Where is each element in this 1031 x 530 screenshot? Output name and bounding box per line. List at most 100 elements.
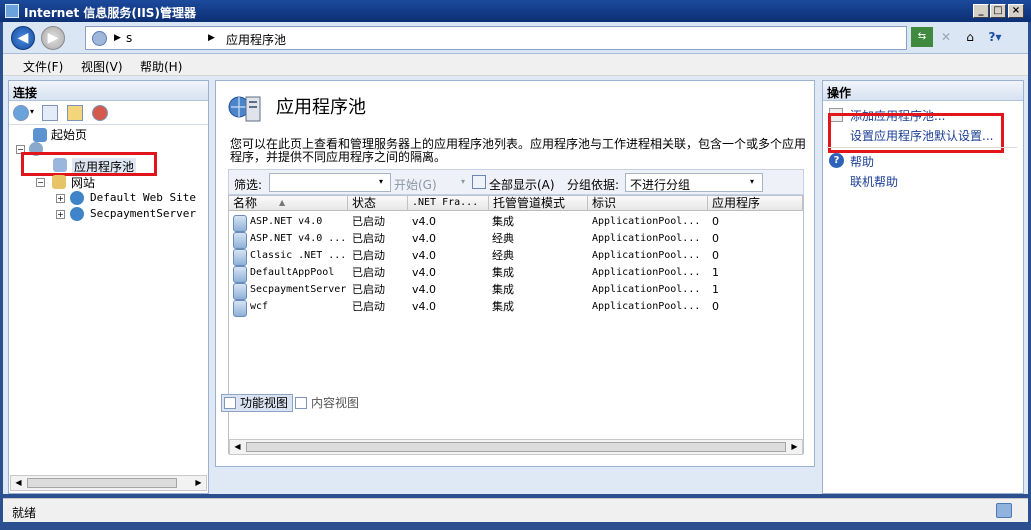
cell-pipeline: 集成 [492, 215, 514, 228]
home-icon[interactable]: ⌂ [959, 27, 981, 47]
connections-hscrollbar[interactable]: ◀ ▶ [10, 475, 207, 491]
title-bar: Internet 信息服务(IIS)管理器 _ □ × [0, 0, 1031, 22]
tree-item-site-secpayment[interactable]: SecpaymentServer [90, 207, 196, 220]
cell-name: ASP.NET v4.0 ... [250, 233, 346, 244]
forward-arrow-icon[interactable]: ▶ [41, 26, 65, 50]
disconnect-icon[interactable] [92, 105, 108, 121]
cell-pipeline: 集成 [492, 283, 514, 296]
network-status-icon [996, 503, 1012, 518]
cell-name: Classic .NET ... [250, 250, 346, 261]
divider [827, 147, 1017, 148]
cell-identity: ApplicationPool... [592, 301, 701, 312]
cell-status: 已启动 [352, 266, 385, 279]
scroll-left-icon[interactable]: ◀ [12, 477, 25, 489]
cell-net: v4.0 [412, 283, 437, 296]
cell-net: v4.0 [412, 215, 437, 228]
menu-help[interactable]: 帮助(H) [140, 58, 182, 75]
help-icon: ? [829, 153, 844, 168]
cell-apps: 0 [712, 232, 719, 245]
tab-features-view[interactable]: 功能视图 [221, 394, 294, 412]
col-applications[interactable]: 应用程序 [708, 196, 803, 211]
breadcrumb-app-pools[interactable]: 应用程序池 [226, 31, 286, 48]
cell-name: SecpaymentServer [250, 284, 346, 295]
cell-apps: 1 [712, 283, 719, 296]
expand-icon[interactable]: + [56, 194, 65, 203]
cell-status: 已启动 [352, 283, 385, 296]
cell-status: 已启动 [352, 232, 385, 245]
col-net-framework[interactable]: .NET Fra... [408, 196, 489, 211]
highlight-box-app-pools [21, 152, 157, 176]
cell-identity: ApplicationPool... [592, 216, 701, 227]
app-pool-icon [233, 215, 247, 232]
cell-net: v4.0 [412, 300, 437, 313]
help-icon[interactable]: ?▾ [984, 27, 1006, 47]
cell-identity: ApplicationPool... [592, 284, 701, 295]
cell-pipeline: 经典 [492, 232, 514, 245]
col-status[interactable]: 状态 [348, 196, 408, 211]
breadcrumb-arrow-icon: ▶ [208, 33, 215, 43]
scroll-right-icon[interactable]: ▶ [788, 441, 801, 453]
tab-content-label: 内容视图 [311, 396, 360, 410]
filter-input[interactable] [269, 173, 391, 192]
chevron-down-icon[interactable]: ▾ [750, 177, 754, 186]
cell-status: 已启动 [352, 249, 385, 262]
cell-identity: ApplicationPool... [592, 233, 701, 244]
group-by-value: 不进行分组 [630, 178, 691, 192]
sites-folder-icon [52, 175, 66, 189]
actions-header: 操作 [823, 81, 1023, 101]
collapse-icon[interactable]: − [36, 178, 45, 187]
expand-icon[interactable]: + [56, 210, 65, 219]
cell-apps: 0 [712, 249, 719, 262]
maximize-icon[interactable]: □ [990, 4, 1006, 18]
scroll-thumb[interactable] [246, 442, 786, 452]
cell-net: v4.0 [412, 249, 437, 262]
connect-icon[interactable] [13, 105, 29, 121]
col-identity[interactable]: 标识 [588, 196, 708, 211]
tab-content-view[interactable]: 内容视图 [292, 394, 364, 412]
cell-net: v4.0 [412, 266, 437, 279]
tree-item-sites[interactable]: 网站 [71, 174, 95, 191]
scroll-right-icon[interactable]: ▶ [192, 477, 205, 489]
back-arrow-icon[interactable]: ◀ [11, 26, 35, 50]
address-bar[interactable]: ▶ s ▶ 应用程序池 [85, 26, 907, 50]
col-pipeline-mode[interactable]: 托管管道模式 [489, 196, 588, 211]
show-all-icon [472, 175, 486, 189]
cell-name: DefaultAppPool [250, 267, 335, 278]
sort-asc-icon: ▲ [279, 198, 286, 207]
scroll-thumb[interactable] [27, 478, 177, 488]
cell-pipeline: 经典 [492, 249, 514, 262]
breadcrumb-server[interactable]: s [126, 31, 132, 45]
server-icon [92, 31, 107, 46]
start-dropdown-icon[interactable]: ▾ [461, 177, 465, 186]
show-all-button[interactable]: 全部显示(A) [489, 176, 555, 193]
scroll-left-icon[interactable]: ◀ [231, 441, 244, 453]
up-folder-icon[interactable] [67, 105, 83, 121]
close-icon[interactable]: × [1008, 4, 1024, 18]
online-help-link[interactable]: 联机帮助 [850, 173, 898, 190]
col-name[interactable]: 名称 [229, 196, 348, 211]
start-filter-button[interactable]: 开始(G) [394, 176, 437, 193]
help-link[interactable]: 帮助 [850, 153, 874, 170]
grid-hscrollbar[interactable]: ◀ ▶ [229, 439, 803, 455]
filter-dropdown-icon[interactable]: ▾ [379, 177, 383, 186]
cell-identity: ApplicationPool... [592, 250, 701, 261]
actions-panel: 操作 添加应用程序池... 设置应用程序池默认设置... ? 帮助 联机帮助 [822, 80, 1024, 494]
menu-file[interactable]: 文件(F) [23, 58, 63, 75]
globe-icon [70, 207, 84, 221]
group-by-select[interactable]: 不进行分组 ▾ [625, 173, 763, 192]
cell-status: 已启动 [352, 300, 385, 313]
iis-app-icon [5, 4, 19, 18]
tree-item-start-page[interactable]: 起始页 [51, 126, 87, 143]
app-pool-icon [233, 249, 247, 266]
stop-icon[interactable]: ✕ [935, 27, 957, 47]
minimize-icon[interactable]: _ [973, 4, 989, 18]
app-pools-icon [228, 93, 264, 123]
cell-apps: 1 [712, 266, 719, 279]
tree-item-site-default[interactable]: Default Web Site [90, 191, 196, 204]
content-view-icon [295, 397, 307, 409]
dropdown-arrow-icon[interactable]: ▾ [30, 107, 34, 116]
refresh-icon[interactable]: ⇆ [911, 27, 933, 47]
menu-view[interactable]: 视图(V) [81, 58, 123, 75]
cell-apps: 0 [712, 215, 719, 228]
save-icon[interactable] [42, 105, 58, 121]
